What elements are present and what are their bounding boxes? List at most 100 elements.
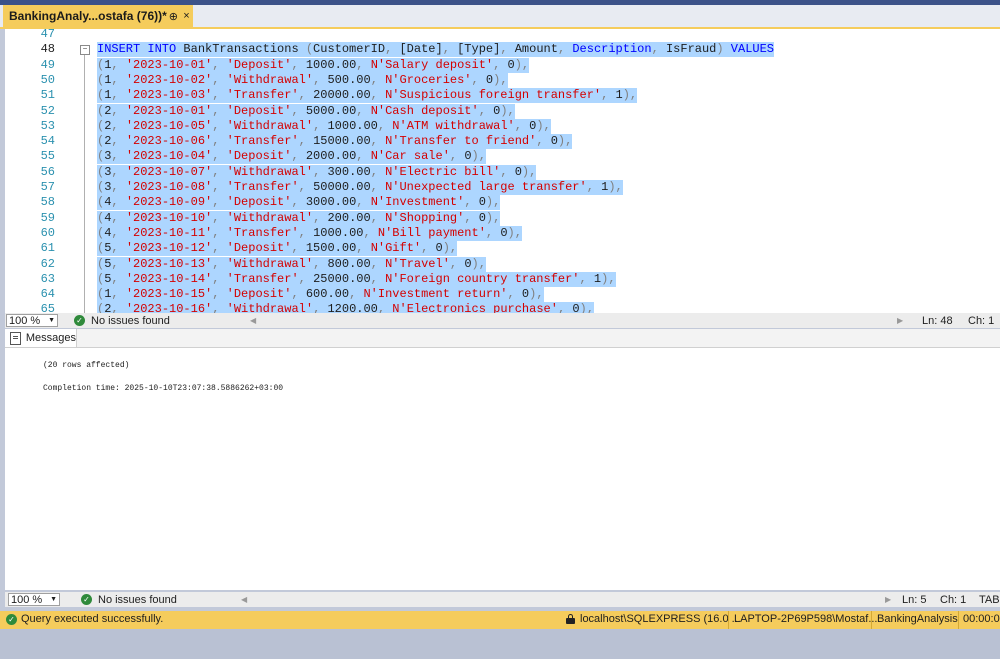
- tab-messages-label: Messages: [25, 332, 76, 344]
- code-token: ,: [370, 210, 386, 225]
- code-token: N'Foreign country transfer': [385, 271, 580, 286]
- results-zoom-select[interactable]: 100 % ▼: [8, 593, 60, 606]
- results-issues-status[interactable]: No issues found: [98, 594, 177, 606]
- code-token: '2023-10-09': [125, 195, 213, 210]
- scroll-left-icon[interactable]: ◀: [250, 316, 256, 325]
- code-token: ,: [111, 195, 126, 210]
- code-token: ,: [377, 302, 393, 313]
- code-line[interactable]: 60 (4, '2023-10-11', 'Transfer', 1000.00,…: [5, 225, 1000, 241]
- code-token: ,: [579, 271, 594, 286]
- code-line[interactable]: 57 (3, '2023-10-08', 'Transfer', 50000.00…: [5, 180, 1000, 195]
- code-token: 'Deposit': [226, 57, 292, 72]
- code-token: ,: [313, 302, 328, 313]
- code-token: ,: [385, 42, 400, 57]
- code-token: ,: [313, 72, 328, 87]
- code-line[interactable]: 62 (5, '2023-10-13', 'Withdrawal', 800.00…: [5, 256, 1000, 272]
- code-token: ,: [370, 164, 386, 179]
- pin-icon[interactable]: ⊕: [167, 10, 180, 23]
- code-line[interactable]: 64 (1, '2023-10-15', 'Deposit', 600.00, N…: [5, 287, 1000, 303]
- code-token: N'Electronics purchase': [392, 302, 558, 313]
- scroll-right-icon[interactable]: ▶: [885, 595, 891, 604]
- code-line[interactable]: 50 (1, '2023-10-02', 'Withdrawal', 500.00…: [5, 72, 1000, 88]
- code-token: N'Gift': [370, 241, 422, 256]
- code-token: ,: [111, 271, 126, 286]
- code-line[interactable]: 59 (4, '2023-10-10', 'Withdrawal', 200.00…: [5, 210, 1000, 226]
- issues-status[interactable]: No issues found: [91, 315, 170, 327]
- query-tab-title: BankingAnaly...ostafa (76))*: [9, 9, 167, 23]
- code-token: 200.00: [327, 210, 371, 225]
- code-token: 0: [478, 195, 486, 210]
- code-token: ),: [471, 149, 486, 164]
- line-indicator: Ln: 48: [922, 314, 953, 327]
- code-token: ,: [111, 180, 126, 194]
- code-token: '2023-10-05': [125, 118, 213, 133]
- collapse-icon[interactable]: −: [80, 45, 90, 56]
- line-number: 61: [40, 241, 55, 256]
- code-token: 'Withdrawal': [226, 302, 314, 313]
- code-line[interactable]: 61 (5, '2023-10-12', 'Deposit', 1500.00, …: [5, 241, 1000, 257]
- code-token: Description: [572, 42, 652, 57]
- code-token: ,: [111, 302, 126, 313]
- code-token: 5000.00: [305, 103, 357, 118]
- code-token: '2023-10-01': [125, 57, 213, 72]
- code-line[interactable]: 55 (3, '2023-10-04', 'Deposit', 2000.00, …: [5, 149, 1000, 165]
- code-token: 1000.00: [305, 57, 357, 72]
- code-text: (3, '2023-10-04', 'Deposit', 2000.00, N'…: [97, 149, 486, 165]
- code-token: ),: [485, 195, 501, 210]
- code-line[interactable]: 58 (4, '2023-10-09', 'Deposit', 3000.00, …: [5, 195, 1000, 211]
- code-token: ,: [111, 149, 126, 164]
- code-line[interactable]: 54 (2, '2023-10-06', 'Transfer', 15000.00…: [5, 134, 1000, 150]
- line-number: 51: [40, 88, 55, 103]
- code-line[interactable]: 47: [5, 29, 1000, 42]
- code-token: ,: [557, 42, 573, 57]
- code-token: ,: [212, 149, 227, 164]
- code-token: N'Car sale': [370, 149, 450, 164]
- code-token: '2023-10-16': [125, 302, 213, 313]
- code-line[interactable]: 52 (2, '2023-10-01', 'Deposit', 5000.00, …: [5, 103, 1000, 119]
- code-text: (3, '2023-10-08', 'Transfer', 50000.00, …: [97, 180, 623, 195]
- code-token: ,: [212, 210, 227, 225]
- code-token: ,: [421, 241, 436, 256]
- code-token: [Date]: [399, 42, 443, 57]
- code-token: ),: [514, 57, 530, 72]
- code-token: ,: [111, 287, 126, 302]
- code-token: 'Withdrawal': [226, 72, 314, 87]
- code-token: ): [716, 42, 731, 57]
- code-token: '2023-10-15': [125, 287, 213, 302]
- code-token: ,: [212, 302, 227, 313]
- editor-zoom-select[interactable]: 100 % ▼: [6, 314, 58, 327]
- code-line[interactable]: 51 (1, '2023-10-03', 'Transfer', 20000.00…: [5, 88, 1000, 104]
- tab-messages[interactable]: Messages: [5, 329, 77, 347]
- code-line[interactable]: 63 (5, '2023-10-14', 'Transfer', 25000.00…: [5, 271, 1000, 287]
- code-token: ),: [608, 180, 623, 194]
- code-token: '2023-10-11': [125, 225, 213, 240]
- tabs-indicator: TABS: [979, 593, 1000, 606]
- scroll-right-icon[interactable]: ▶: [897, 316, 903, 325]
- code-token: ,: [111, 241, 126, 256]
- query-editor[interactable]: 47 48 − INSERT INTO BankTransactions (Custo…: [5, 29, 1000, 313]
- scroll-left-icon[interactable]: ◀: [241, 595, 247, 604]
- code-line[interactable]: 49 (1, '2023-10-01', 'Deposit', 1000.00, …: [5, 57, 1000, 73]
- code-line[interactable]: 48 − INSERT INTO BankTransactions (Custome…: [5, 42, 1000, 58]
- code-token: 1200.00: [327, 302, 378, 313]
- code-token: ,: [370, 271, 386, 286]
- code-token: 0: [550, 134, 558, 149]
- code-token: '2023-10-06': [125, 134, 213, 149]
- code-line[interactable]: 65 (2, '2023-10-16', 'Withdrawal', 1200.0…: [5, 302, 1000, 313]
- line-number: 47: [40, 29, 55, 41]
- query-tab[interactable]: BankingAnaly...ostafa (76))* ⊕ ×: [3, 5, 193, 27]
- close-icon[interactable]: ×: [180, 10, 193, 22]
- code-token: ,: [356, 103, 371, 118]
- code-token: 'Withdrawal': [226, 118, 314, 133]
- code-line[interactable]: 53 (2, '2023-10-05', 'Withdrawal', 1000.0…: [5, 118, 1000, 134]
- line-number: 65: [40, 302, 55, 313]
- code-token: ,: [370, 134, 386, 149]
- code-line[interactable]: 56 (3, '2023-10-07', 'Withdrawal', 300.00…: [5, 164, 1000, 180]
- code-token: 2000.00: [305, 149, 357, 164]
- code-token: ),: [493, 72, 508, 87]
- line-number: 52: [40, 103, 55, 118]
- code-token: 15000.00: [313, 134, 371, 149]
- code-token: ,: [377, 118, 393, 133]
- code-token: 0: [507, 57, 515, 72]
- code-token: N'ATM withdrawal': [392, 118, 515, 133]
